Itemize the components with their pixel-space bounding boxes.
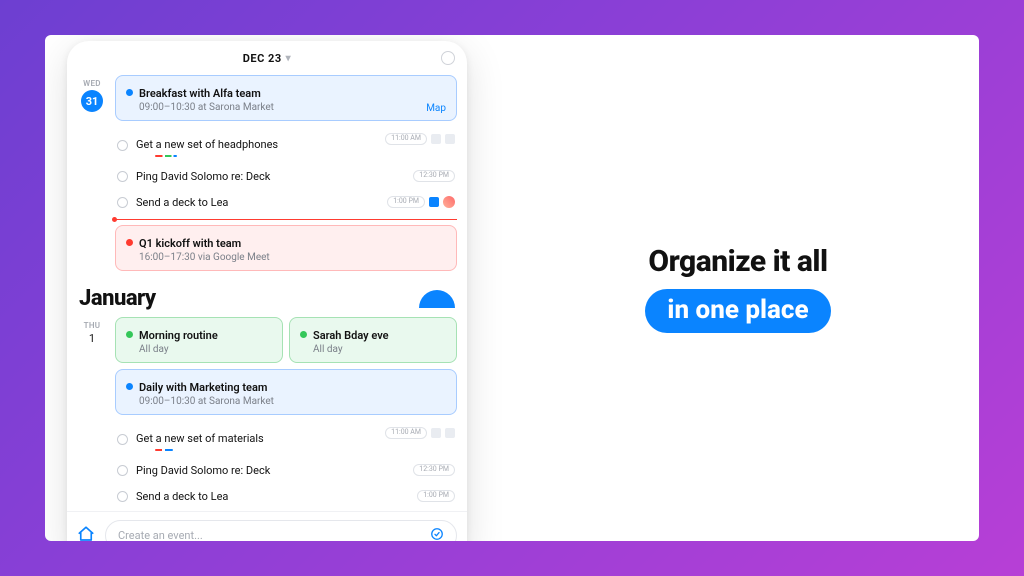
dot-icon <box>126 383 133 390</box>
home-icon[interactable] <box>77 525 95 542</box>
task-row[interactable]: Get a new set of materials 11:00 AM <box>115 421 457 458</box>
attachment-icon <box>445 134 455 144</box>
checkbox-icon[interactable] <box>117 140 128 151</box>
chevron-down-icon: ▾ <box>286 53 292 64</box>
event-morning-routine[interactable]: Morning routine All day <box>115 317 283 363</box>
app-phone-frame: DEC 23 ▾ WED 31 Breakfast with Alfa tea <box>67 41 467 541</box>
checkbox-icon[interactable] <box>117 197 128 208</box>
repeat-icon <box>431 134 441 144</box>
event-daily-marketing[interactable]: Daily with Marketing team 09:00–10:30 at… <box>115 369 457 415</box>
more-icon[interactable] <box>441 51 455 65</box>
checkbox-icon[interactable] <box>117 465 128 476</box>
now-indicator-line <box>115 219 457 220</box>
dot-icon <box>126 331 133 338</box>
time-pill: 11:00 AM <box>385 133 427 145</box>
map-link[interactable]: Map <box>426 103 446 114</box>
submit-icon[interactable] <box>430 527 444 541</box>
event-sarah-bday-eve[interactable]: Sarah Bday eve All day <box>289 317 457 363</box>
task-row[interactable]: Ping David Solomo re: Deck 12:30 PM <box>115 164 457 190</box>
event-q1-kickoff[interactable]: Q1 kickoff with team 16:00–17:30 via Goo… <box>115 225 457 271</box>
dot-icon <box>126 89 133 96</box>
time-pill: 1:00 PM <box>387 196 425 208</box>
assignee-avatar <box>443 196 455 208</box>
attachment-icon <box>445 428 455 438</box>
time-pill: 1:00 PM <box>417 490 455 502</box>
checkbox-icon[interactable] <box>117 434 128 445</box>
task-row[interactable]: Ping David Solomo re: Deck 12:30 PM <box>115 458 457 484</box>
today-badge[interactable]: 31 <box>81 90 103 112</box>
promo-pill: in one place <box>645 289 830 333</box>
time-pill: 12:30 PM <box>413 464 455 476</box>
checkbox-icon[interactable] <box>117 171 128 182</box>
weekday-label: WED <box>77 79 107 88</box>
create-event-placeholder: Create an event... <box>118 529 203 541</box>
create-event-input[interactable]: Create an event... <box>105 520 457 541</box>
day-number: 1 <box>77 332 107 345</box>
bottom-bar: Create an event... <box>67 511 467 541</box>
weekday-label: THU <box>77 321 107 330</box>
task-tags-accent <box>155 449 173 451</box>
day-marker-thu-1: THU 1 <box>77 317 107 345</box>
checkbox-icon[interactable] <box>117 491 128 502</box>
time-pill: 11:00 AM <box>385 427 427 439</box>
task-tags-accent <box>155 155 177 157</box>
task-row[interactable]: Send a deck to Lea 1:00 PM <box>115 190 457 216</box>
flag-icon <box>429 197 439 207</box>
task-row[interactable]: Get a new set of headphones 11:00 AM <box>115 127 457 164</box>
promo-headline: Organize it all <box>648 244 827 279</box>
promo-text: Organize it all in one place <box>497 35 979 541</box>
event-breakfast-alfa[interactable]: Breakfast with Alfa team 09:00–10:30 at … <box>115 75 457 121</box>
dot-icon <box>126 239 133 246</box>
repeat-icon <box>431 428 441 438</box>
day-marker-wed-31: WED 31 <box>77 75 107 112</box>
date-header[interactable]: DEC 23 ▾ <box>67 41 467 75</box>
time-pill: 12:30 PM <box>413 170 455 182</box>
date-label: DEC 23 <box>243 52 282 65</box>
month-decoration <box>419 290 455 308</box>
dot-icon <box>300 331 307 338</box>
task-row[interactable]: Send a deck to Lea 1:00 PM <box>115 484 457 510</box>
month-title: January <box>79 286 156 311</box>
